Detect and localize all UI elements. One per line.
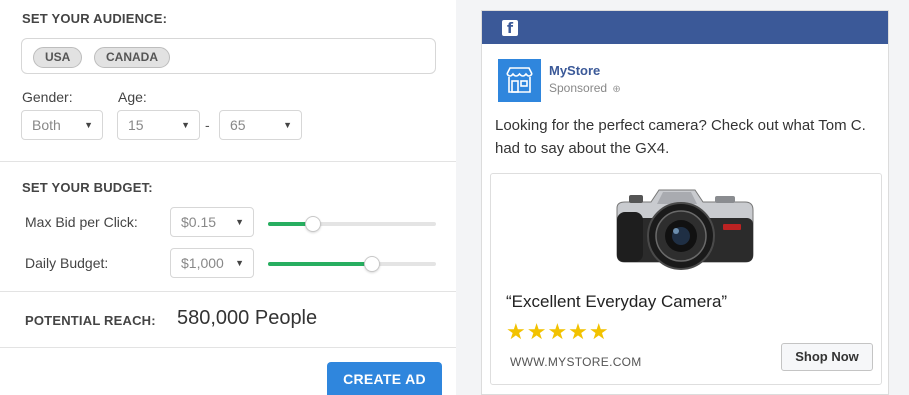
max-bid-value: $0.15 [181, 214, 217, 230]
potential-reach-label: POTENTIAL REACH: [25, 313, 156, 328]
age-min-select[interactable]: 15 ▼ [117, 110, 200, 140]
budget-section-title: SET YOUR BUDGET: [22, 180, 153, 195]
max-bid-select[interactable]: $0.15 ▼ [170, 207, 254, 237]
facebook-header-bar: f [482, 11, 888, 44]
daily-budget-select[interactable]: $1,000 ▼ [170, 248, 254, 278]
potential-reach-value: 580,000 People [177, 307, 318, 329]
caret-down-icon: ▼ [235, 258, 244, 268]
gender-select[interactable]: Both ▼ [21, 110, 103, 140]
camera-image [611, 178, 757, 274]
max-bid-slider-handle[interactable] [305, 216, 321, 232]
daily-budget-slider-fill [268, 262, 372, 266]
age-range-separator: - [205, 117, 210, 133]
section-divider [0, 291, 456, 292]
daily-budget-value: $1,000 [181, 255, 224, 271]
max-bid-label: Max Bid per Click: [25, 214, 138, 230]
country-selector[interactable]: USA CANADA [21, 38, 436, 74]
ad-copy-text: Looking for the perfect camera? Check ou… [495, 117, 866, 157]
caret-down-icon: ▼ [181, 120, 190, 130]
age-max-select[interactable]: 65 ▼ [219, 110, 302, 140]
daily-budget-label: Daily Budget: [25, 255, 109, 271]
audience-section-title: SET YOUR AUDIENCE: [22, 11, 168, 26]
product-headline: “Excellent Everyday Camera” [506, 292, 728, 311]
age-max-value: 65 [230, 117, 246, 133]
ad-preview-card: f MyStore Sponsored ⊕ Looking for the pe… [481, 10, 889, 395]
store-url: WWW.MYSTORE.COM [510, 355, 642, 369]
storefront-icon [498, 59, 541, 102]
country-chip-usa[interactable]: USA [33, 47, 83, 68]
product-attachment[interactable]: “Excellent Everyday Camera” ★★★★★ WWW.MY… [490, 173, 882, 385]
caret-down-icon: ▼ [84, 120, 93, 130]
gender-select-value: Both [32, 117, 61, 133]
shop-now-button[interactable]: Shop Now [781, 343, 873, 371]
star-rating: ★★★★★ [506, 320, 610, 345]
daily-budget-slider[interactable] [268, 256, 436, 272]
create-ad-button[interactable]: CREATE AD [327, 362, 442, 395]
store-name-link[interactable]: MyStore [549, 63, 600, 78]
section-divider [0, 161, 456, 162]
caret-down-icon: ▼ [283, 120, 292, 130]
max-bid-slider[interactable] [268, 216, 436, 232]
globe-icon: ⊕ [612, 84, 621, 95]
facebook-logo-icon: f [502, 20, 518, 37]
sponsored-label: Sponsored ⊕ [549, 81, 621, 95]
age-min-value: 15 [128, 117, 144, 133]
country-chip-canada[interactable]: CANADA [94, 47, 170, 68]
section-divider [0, 347, 456, 348]
age-label: Age: [118, 89, 147, 105]
daily-budget-slider-handle[interactable] [364, 256, 380, 272]
sponsored-text: Sponsored [549, 81, 608, 95]
caret-down-icon: ▼ [235, 217, 244, 227]
gender-label: Gender: [22, 89, 73, 105]
ad-settings-panel: SET YOUR AUDIENCE: USA CANADA Gender: Ag… [0, 0, 456, 395]
